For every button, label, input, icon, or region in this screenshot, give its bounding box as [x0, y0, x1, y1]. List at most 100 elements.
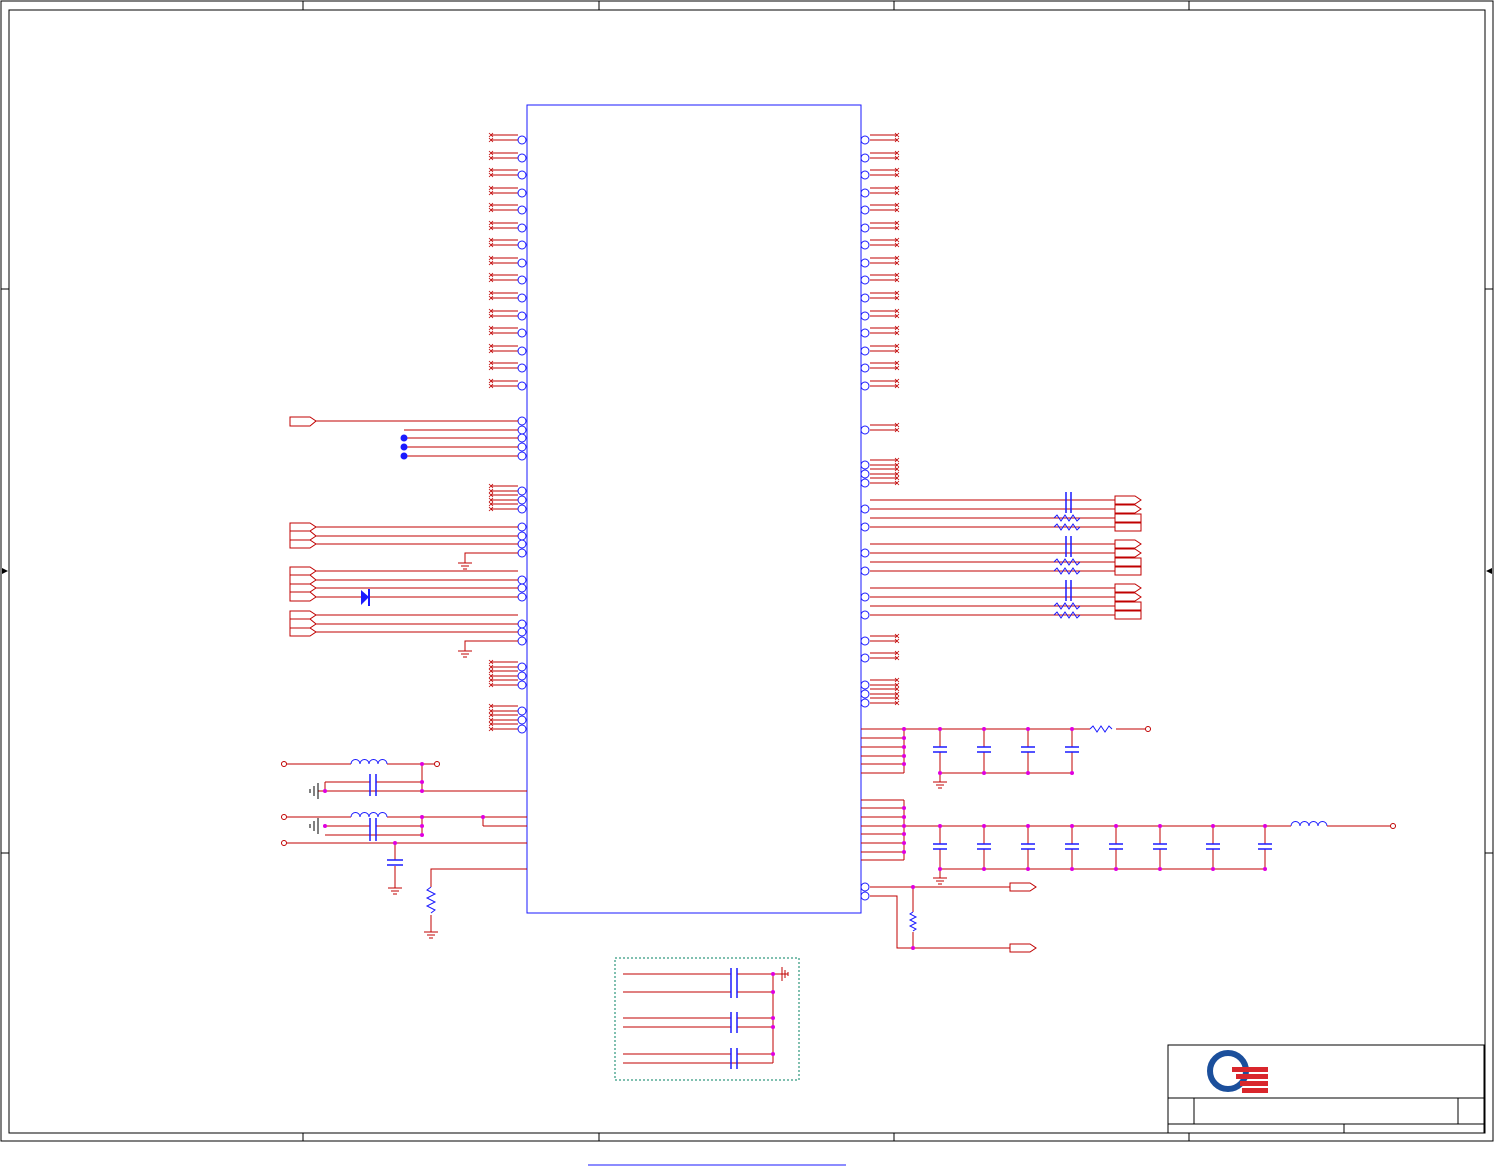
off-page-connector-icon: [1114, 513, 1142, 523]
pin-bubble-icon: [860, 258, 870, 268]
pin-bubble-icon: [517, 451, 527, 461]
resistor-icon: [425, 886, 437, 914]
no-connect-icon: [894, 650, 900, 661]
no-connect-icon: [488, 492, 494, 503]
junction-dot: [1026, 867, 1030, 871]
pin-bubble-icon: [860, 223, 870, 233]
pin-bubble-icon: [517, 539, 527, 549]
no-connect-icon: [488, 712, 494, 723]
left-input-connectors: [289, 522, 518, 651]
off-page-connector-icon: [1114, 601, 1142, 611]
pin-bubble-icon: [860, 381, 870, 391]
junction-dot: [902, 824, 906, 828]
no-connect-icon: [894, 360, 900, 371]
company-logo: [1207, 1050, 1268, 1093]
pin-bubble-icon: [517, 223, 527, 233]
inductor-icon: [350, 759, 1328, 827]
pin-bubble-icon: [517, 619, 527, 629]
pin-bubble-icon: [860, 363, 870, 373]
no-connect-icon: [488, 290, 494, 301]
pin-bubble-icon: [517, 293, 527, 303]
pin-bubble-icon: [517, 522, 527, 532]
pin-bubble-icon: [517, 495, 527, 505]
pin-bubble-icon: [860, 275, 870, 285]
no-connect-icon: [894, 220, 900, 231]
no-connect-icon: [488, 255, 494, 266]
footer-link-underline[interactable]: [588, 1152, 846, 1166]
off-page-connector-icon: [1114, 557, 1142, 567]
junction-dot: [902, 815, 906, 819]
pin-bubble-icon: [517, 433, 527, 443]
pin-bubble-icon: [517, 416, 527, 426]
schematic-sheet: [0, 0, 1494, 1142]
junction-dot: [982, 867, 986, 871]
pin-bubble-icon: [517, 205, 527, 215]
off-page-connector-icon: [1114, 583, 1142, 593]
no-connect-icon: [894, 633, 900, 644]
no-connect-icon: [894, 290, 900, 301]
pin-bubble-icon: [860, 170, 870, 180]
junction-dot: [938, 771, 942, 775]
junction-dot: [1263, 824, 1267, 828]
no-connect-icon: [488, 237, 494, 248]
decoupling-banks: [861, 725, 1390, 878]
pin-bubble-icon: [860, 460, 870, 470]
no-connect-icon: [488, 132, 494, 143]
off-page-connector-icon: [1114, 495, 1142, 505]
no-connect-icon: [488, 360, 494, 371]
resistor-icon: [1089, 725, 1113, 733]
terminal-circles: [281, 726, 1396, 846]
pin-bubble-icon: [517, 442, 527, 452]
pin-bubble-icon: [517, 240, 527, 250]
junction-dot: [902, 832, 906, 836]
right-diff-outputs: [870, 492, 1142, 620]
pin-bubble-icon: [517, 381, 527, 391]
no-connect-icon: [894, 325, 900, 336]
pin-bubble-icon: [860, 153, 870, 163]
pin-bubble-icon: [517, 188, 527, 198]
pin-bubble-icon: [517, 531, 527, 541]
pin-bubble-icon: [860, 698, 870, 708]
left-pin-group: [488, 132, 527, 734]
pin-bubble-icon: [517, 135, 527, 145]
no-connect-icon: [894, 185, 900, 196]
no-connect-icon: [894, 457, 900, 468]
no-connect-icon: [488, 272, 494, 283]
pin-bubble-icon: [517, 671, 527, 681]
junction-dot: [938, 727, 942, 731]
off-page-connector-icon: [1114, 504, 1142, 514]
junction-dot: [982, 727, 986, 731]
no-connect-icon: [894, 272, 900, 283]
junction-dot: [1070, 771, 1074, 775]
junction-dot: [1070, 824, 1074, 828]
junction-dots: [323, 762, 915, 950]
pin-bubble-icon: [517, 575, 527, 585]
tie-dots: [400, 434, 408, 460]
pin-bubble-icon: [860, 469, 870, 479]
junction-dot: [1026, 771, 1030, 775]
junction-dot: [902, 727, 906, 731]
junction-dot: [938, 867, 942, 871]
pin-bubble-icon: [860, 689, 870, 699]
junction-dot: [1070, 867, 1074, 871]
junction-dot: [902, 762, 906, 766]
no-connect-icon: [894, 677, 900, 688]
no-connect-icon: [488, 378, 494, 389]
pin-bubble-icon: [860, 293, 870, 303]
pin-bubble-icon: [517, 504, 527, 514]
no-connect-icon: [488, 202, 494, 213]
no-connect-icon: [488, 325, 494, 336]
pin-bubble-icon: [860, 425, 870, 435]
off-page-connector-icon: [1114, 539, 1142, 549]
no-connect-icon: [488, 483, 494, 494]
pin-bubble-icon: [860, 240, 870, 250]
sheet-border: [0, 0, 1494, 1142]
no-connect-icon: [488, 167, 494, 178]
pin-bubble-icon: [860, 522, 870, 532]
zone-marker-right: [1486, 568, 1492, 574]
no-connect-icon: [488, 677, 494, 688]
no-connect-icon: [894, 378, 900, 389]
junction-dot: [1070, 727, 1074, 731]
junction-dot: [982, 824, 986, 828]
pin-bubble-icon: [517, 425, 527, 435]
